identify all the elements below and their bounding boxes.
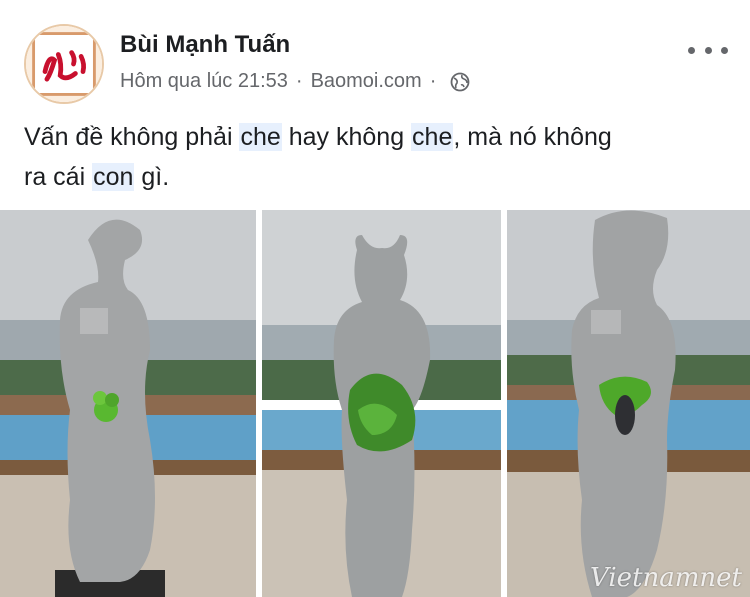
- statue-photo-image: [0, 210, 256, 597]
- post-header: Bùi Mạnh Tuấn Hôm qua lúc 21:53 · Baomoi…: [0, 0, 750, 110]
- text-segment: , mà nó không: [453, 123, 612, 151]
- text-segment: Vấn đề không phải: [24, 123, 240, 151]
- highlight-word[interactable]: che: [239, 123, 282, 151]
- text-segment: ra cái: [24, 163, 93, 191]
- avatar-logo-icon: [26, 26, 102, 102]
- more-dot: [721, 46, 728, 54]
- photo-watermark: Vietnamnet: [590, 563, 742, 593]
- photo-statue-2[interactable]: [262, 210, 501, 597]
- meta-separator: ·: [295, 70, 303, 92]
- more-dot: [704, 46, 712, 54]
- photo-statue-3[interactable]: Vietnamnet: [507, 210, 750, 597]
- author-avatar[interactable]: [24, 24, 104, 104]
- post-meta: Hôm qua lúc 21:53 · Baomoi.com ·: [120, 70, 470, 93]
- text-segment: hay không: [281, 123, 412, 151]
- highlight-word[interactable]: con: [92, 163, 135, 191]
- post-text-line-1: Vấn đề không phải che hay không che, mà …: [24, 117, 714, 157]
- author-name[interactable]: Bùi Mạnh Tuấn: [120, 31, 290, 59]
- photo-statue-1[interactable]: [0, 210, 256, 597]
- more-dot: [688, 46, 695, 54]
- post-timestamp[interactable]: Hôm qua lúc 21:53: [120, 70, 288, 93]
- statue-photo-image: [262, 210, 501, 597]
- highlight-word[interactable]: che: [411, 123, 454, 151]
- text-segment: gì.: [134, 163, 170, 191]
- globe-icon[interactable]: [450, 72, 470, 92]
- meta-separator-2: ·: [429, 70, 437, 92]
- post-source[interactable]: Baomoi.com: [311, 70, 422, 93]
- post-text-line-2: ra cái con gì.: [24, 157, 714, 197]
- photo-grid: Vietnamnet: [0, 210, 750, 597]
- statue-photo-image: [507, 210, 750, 597]
- more-options-icon[interactable]: [688, 40, 728, 60]
- post-text: Vấn đề không phải che hay không che, mà …: [24, 117, 714, 197]
